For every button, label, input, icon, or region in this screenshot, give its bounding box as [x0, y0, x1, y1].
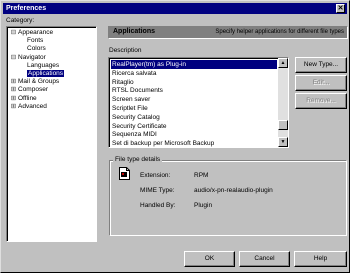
mime-type-value: audio/x-pn-realaudio-plugin — [194, 187, 273, 194]
tree-item-label: Appearance — [18, 29, 54, 36]
window-title: Preferences — [6, 5, 47, 12]
tree-item-label: Applications — [27, 70, 65, 77]
tree-item-languages[interactable]: Languages — [18, 62, 59, 70]
remove-button[interactable]: Remove... — [295, 93, 347, 109]
tree-item-applications[interactable]: Applications — [18, 70, 65, 78]
tree-item-label: Mail & Groups — [18, 78, 60, 86]
tree-item-appearance[interactable]: ⊟ Appearance — [9, 29, 53, 37]
list-item[interactable]: RTSL Documents — [111, 86, 277, 95]
category-label: Category: — [6, 17, 35, 24]
scroll-thumb[interactable] — [278, 120, 288, 130]
list-item[interactable]: Sequenza MIDI — [111, 130, 277, 139]
collapse-icon[interactable]: ⊟ — [9, 29, 18, 37]
tree-item-advanced[interactable]: ⊞ Advanced — [9, 103, 47, 111]
list-item[interactable]: Scriptlet File — [111, 104, 277, 113]
tree-item-colors[interactable]: Colors — [18, 45, 46, 53]
extension-value: RPM — [194, 172, 209, 179]
edit-button[interactable]: Edit... — [295, 75, 347, 91]
title-bar[interactable]: Preferences ✕ — [3, 3, 347, 14]
tree-item-label: Advanced — [18, 102, 47, 110]
handled-by-value: Plugin — [194, 202, 213, 209]
tree-item-label: Offline — [18, 94, 37, 102]
panel-header: Applications Specify helper applications… — [108, 26, 348, 39]
list-item[interactable]: Ricerca salvata — [111, 69, 277, 78]
collapse-icon[interactable]: ⊟ — [9, 54, 18, 62]
handled-by-label: Handled By: — [140, 202, 176, 209]
tree-item-fonts[interactable]: Fonts — [18, 37, 43, 45]
tree-item-label: Navigator — [18, 53, 46, 61]
list-scrollbar[interactable]: ▲ ▼ — [278, 58, 288, 147]
list-item[interactable]: Screen saver — [111, 95, 277, 104]
mime-type-label: MIME Type: — [140, 187, 175, 194]
close-icon: ✕ — [337, 5, 344, 12]
list-item[interactable]: Security Certificate — [111, 122, 277, 131]
expand-icon[interactable]: ⊞ — [9, 103, 18, 111]
tree-item-composer[interactable]: ⊞ Composer — [9, 86, 48, 94]
preferences-window: Preferences ✕ Category: ⊟ Appearance Fonts… — [0, 0, 350, 273]
file-type-details-title: File type details — [113, 156, 163, 163]
panel-title: Applications — [113, 28, 156, 35]
application-list[interactable]: ▲ ▼ RealPlayer(tm) as Plug-in Ricerca sal… — [108, 57, 289, 148]
tree-item-offline[interactable]: ⊞ Offline — [9, 95, 37, 103]
expand-icon[interactable]: ⊞ — [9, 86, 18, 94]
tree-item-label: Languages — [27, 61, 60, 69]
file-type-icon — [119, 167, 130, 180]
scroll-up-button[interactable]: ▲ — [278, 58, 288, 68]
help-button[interactable]: Help — [294, 251, 347, 267]
scroll-down-button[interactable]: ▼ — [278, 137, 288, 147]
close-button[interactable]: ✕ — [336, 4, 345, 13]
description-label: Description — [109, 47, 142, 54]
ok-button[interactable]: OK — [184, 251, 235, 267]
extension-label: Extension: — [140, 172, 171, 179]
panel-subtitle: Specify helper applications for differen… — [215, 29, 344, 35]
list-item[interactable]: Set di backup per Microsoft Backup — [111, 139, 277, 147]
tree-item-mail-groups[interactable]: ⊞ Mail & Groups — [9, 78, 59, 86]
cancel-button[interactable]: Cancel — [239, 251, 290, 267]
tree-item-label: Fonts — [27, 37, 44, 45]
tree-item-label: Colors — [27, 45, 46, 53]
list-item[interactable]: Ritaglio — [111, 78, 277, 87]
expand-icon[interactable]: ⊞ — [9, 95, 18, 103]
expand-icon[interactable]: ⊞ — [9, 78, 18, 86]
tree-item-navigator[interactable]: ⊟ Navigator — [9, 54, 46, 62]
list-item[interactable]: RealPlayer(tm) as Plug-in — [111, 60, 277, 69]
new-type-button[interactable]: New Type... — [295, 57, 347, 73]
list-item[interactable]: Security Catalog — [111, 113, 277, 122]
tree-item-label: Composer — [18, 86, 48, 94]
category-tree[interactable]: ⊟ Appearance Fonts Colors ⊟ Navigator Language… — [6, 26, 97, 242]
